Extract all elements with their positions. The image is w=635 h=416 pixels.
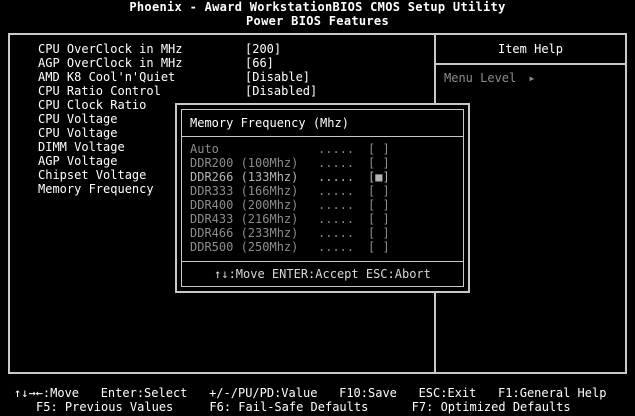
- dialog-footer-divider: [182, 261, 463, 262]
- setting-chipset-voltage[interactable]: Chipset Voltage: [38, 168, 146, 182]
- page-subtitle: Power BIOS Features: [246, 14, 389, 28]
- setting-cpu-clock-ratio[interactable]: CPU Clock Ratio: [38, 98, 146, 112]
- option-label: DDR466 (233Mhz): [190, 226, 299, 240]
- dialog-frame: Memory Frequency (Mhz) Auto..... [ ] DDR2…: [181, 109, 464, 287]
- value-agp-overclock[interactable]: [66]: [245, 56, 274, 70]
- option-dots: .....: [318, 184, 355, 198]
- setting-cool-n-quiet[interactable]: AMD K8 Cool'n'Quiet: [38, 70, 175, 84]
- option-ddr200[interactable]: DDR200 (100Mhz)..... [ ]: [190, 156, 390, 170]
- option-mark: [ ]: [368, 226, 390, 240]
- value-cool-n-quiet[interactable]: [Disable]: [245, 70, 310, 84]
- setting-memory-frequency[interactable]: Memory Frequency: [38, 182, 154, 196]
- value-cpu-overclock[interactable]: [200]: [245, 42, 281, 56]
- option-ddr400[interactable]: DDR400 (200Mhz)..... [ ]: [190, 198, 390, 212]
- menu-level-label: Menu Level: [444, 71, 517, 85]
- help-divider: [436, 63, 625, 65]
- dialog-key-hints: ↑↓:Move ENTER:Accept ESC:Abort: [214, 267, 431, 281]
- option-dots: .....: [318, 212, 355, 226]
- option-ddr433[interactable]: DDR433 (216Mhz)..... [ ]: [190, 212, 390, 226]
- option-mark: [ ]: [368, 240, 390, 254]
- option-mark: [■]: [368, 170, 390, 184]
- option-mark: [ ]: [368, 184, 390, 198]
- menu-level: Menu Level ▸: [444, 71, 535, 85]
- option-dots: .....: [318, 170, 355, 184]
- item-help-title: Item Help: [497, 42, 564, 56]
- value-cpu-ratio-control[interactable]: [Disabled]: [245, 84, 317, 98]
- setting-cpu-voltage-2[interactable]: CPU Voltage: [38, 126, 117, 140]
- option-label: DDR200 (100Mhz): [190, 156, 299, 170]
- option-dots: .....: [318, 198, 355, 212]
- option-label: DDR433 (216Mhz): [190, 212, 299, 226]
- dialog-title: Memory Frequency (Mhz): [190, 116, 349, 130]
- option-dots: .....: [318, 240, 355, 254]
- option-ddr266[interactable]: DDR266 (133Mhz)..... [■]: [190, 170, 390, 184]
- dialog-title-divider: [182, 136, 463, 137]
- option-dots: .....: [318, 156, 355, 170]
- option-label: Auto: [190, 142, 219, 156]
- option-mark: [ ]: [368, 198, 390, 212]
- setting-cpu-ratio-control[interactable]: CPU Ratio Control: [38, 84, 161, 98]
- setting-cpu-voltage[interactable]: CPU Voltage: [38, 112, 117, 126]
- option-label: DDR400 (200Mhz): [190, 198, 299, 212]
- option-mark: [ ]: [368, 142, 390, 156]
- key-hints-line-2: F5: Previous Values F6: Fail-Safe Defaul…: [36, 400, 571, 414]
- option-label: DDR333 (166Mhz): [190, 184, 299, 198]
- option-ddr466[interactable]: DDR466 (233Mhz)..... [ ]: [190, 226, 390, 240]
- option-label: DDR500 (250Mhz): [190, 240, 299, 254]
- setting-cpu-overclock[interactable]: CPU OverClock in MHz: [38, 42, 183, 56]
- option-dots: .....: [318, 142, 355, 156]
- option-auto[interactable]: Auto..... [ ]: [190, 142, 390, 156]
- option-label: DDR266 (133Mhz): [190, 170, 299, 184]
- setting-agp-overclock[interactable]: AGP OverClock in MHz: [38, 56, 183, 70]
- setting-dimm-voltage[interactable]: DIMM Voltage: [38, 140, 125, 154]
- bios-title: Phoenix - Award WorkstationBIOS CMOS Set…: [129, 0, 506, 14]
- option-ddr333[interactable]: DDR333 (166Mhz)..... [ ]: [190, 184, 390, 198]
- option-mark: [ ]: [368, 156, 390, 170]
- option-mark: [ ]: [368, 212, 390, 226]
- option-dots: .....: [318, 226, 355, 240]
- setting-agp-voltage[interactable]: AGP Voltage: [38, 154, 117, 168]
- key-hints-line-1: ↑↓→←:Move Enter:Select +/-/PU/PD:Value F…: [14, 386, 607, 400]
- option-ddr500[interactable]: DDR500 (250Mhz)..... [ ]: [190, 240, 390, 254]
- memory-frequency-dialog: Memory Frequency (Mhz) Auto..... [ ] DDR2…: [175, 103, 470, 293]
- right-triangle-icon: ▸: [528, 71, 536, 85]
